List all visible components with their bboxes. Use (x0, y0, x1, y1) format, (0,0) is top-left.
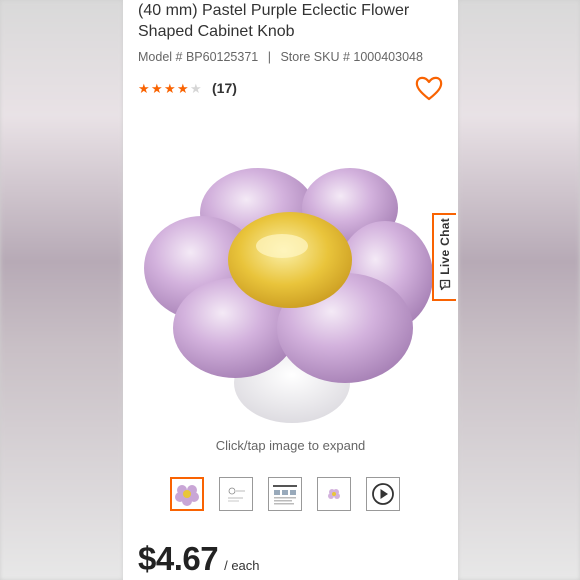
star-empty-icon: ★ (190, 80, 202, 96)
review-count[interactable]: (17) (212, 80, 237, 96)
background-left (0, 0, 123, 580)
product-page: (40 mm) Pastel Purple Eclectic Flower Sh… (123, 0, 458, 580)
thumbnail-flower-small[interactable] (317, 477, 351, 511)
thumbnail-strip (170, 477, 400, 511)
star-filled-icon: ★ (164, 80, 176, 96)
favorite-heart-icon[interactable] (414, 73, 444, 103)
thumbnail-video[interactable] (366, 477, 400, 511)
price-amount: $4.67 (138, 540, 219, 577)
live-chat-button[interactable]: Live Chat (432, 213, 456, 301)
product-main-image[interactable] (140, 168, 440, 428)
product-title-line-2: Shaped Cabinet Knob (138, 23, 295, 40)
chat-bubble-icon (439, 278, 451, 296)
thumbnail-spec-sheet[interactable] (268, 477, 302, 511)
star-rating: ★ ★ ★ ★ ★ (138, 82, 203, 95)
background-right (458, 0, 580, 580)
star-filled-icon: ★ (138, 80, 150, 96)
model-number: Model # BP60125371 (138, 50, 259, 64)
rating-summary[interactable]: ★ ★ ★ ★ ★ (17) (138, 79, 237, 97)
star-filled-icon: ★ (177, 80, 189, 96)
play-icon (372, 483, 394, 505)
thumbnail-diagram[interactable] (219, 477, 253, 511)
thumbnail-flower-photo[interactable] (170, 477, 204, 511)
product-title-line-1: (40 mm) Pastel Purple Eclectic Flower (138, 2, 410, 19)
identifier-separator: | (267, 50, 271, 64)
star-filled-icon: ★ (151, 80, 163, 96)
expand-hint: Click/tap image to expand (215, 438, 366, 453)
live-chat-label: Live Chat (438, 217, 452, 275)
store-sku: Store SKU # 1000403048 (280, 50, 423, 64)
product-identifiers: Model # BP60125371 | Store SKU # 1000403… (138, 50, 423, 64)
product-title: (40 mm) Pastel Purple Eclectic Flower Sh… (138, 0, 438, 42)
price-unit: / each (224, 558, 260, 573)
price-block: $4.67 / each (138, 540, 260, 578)
